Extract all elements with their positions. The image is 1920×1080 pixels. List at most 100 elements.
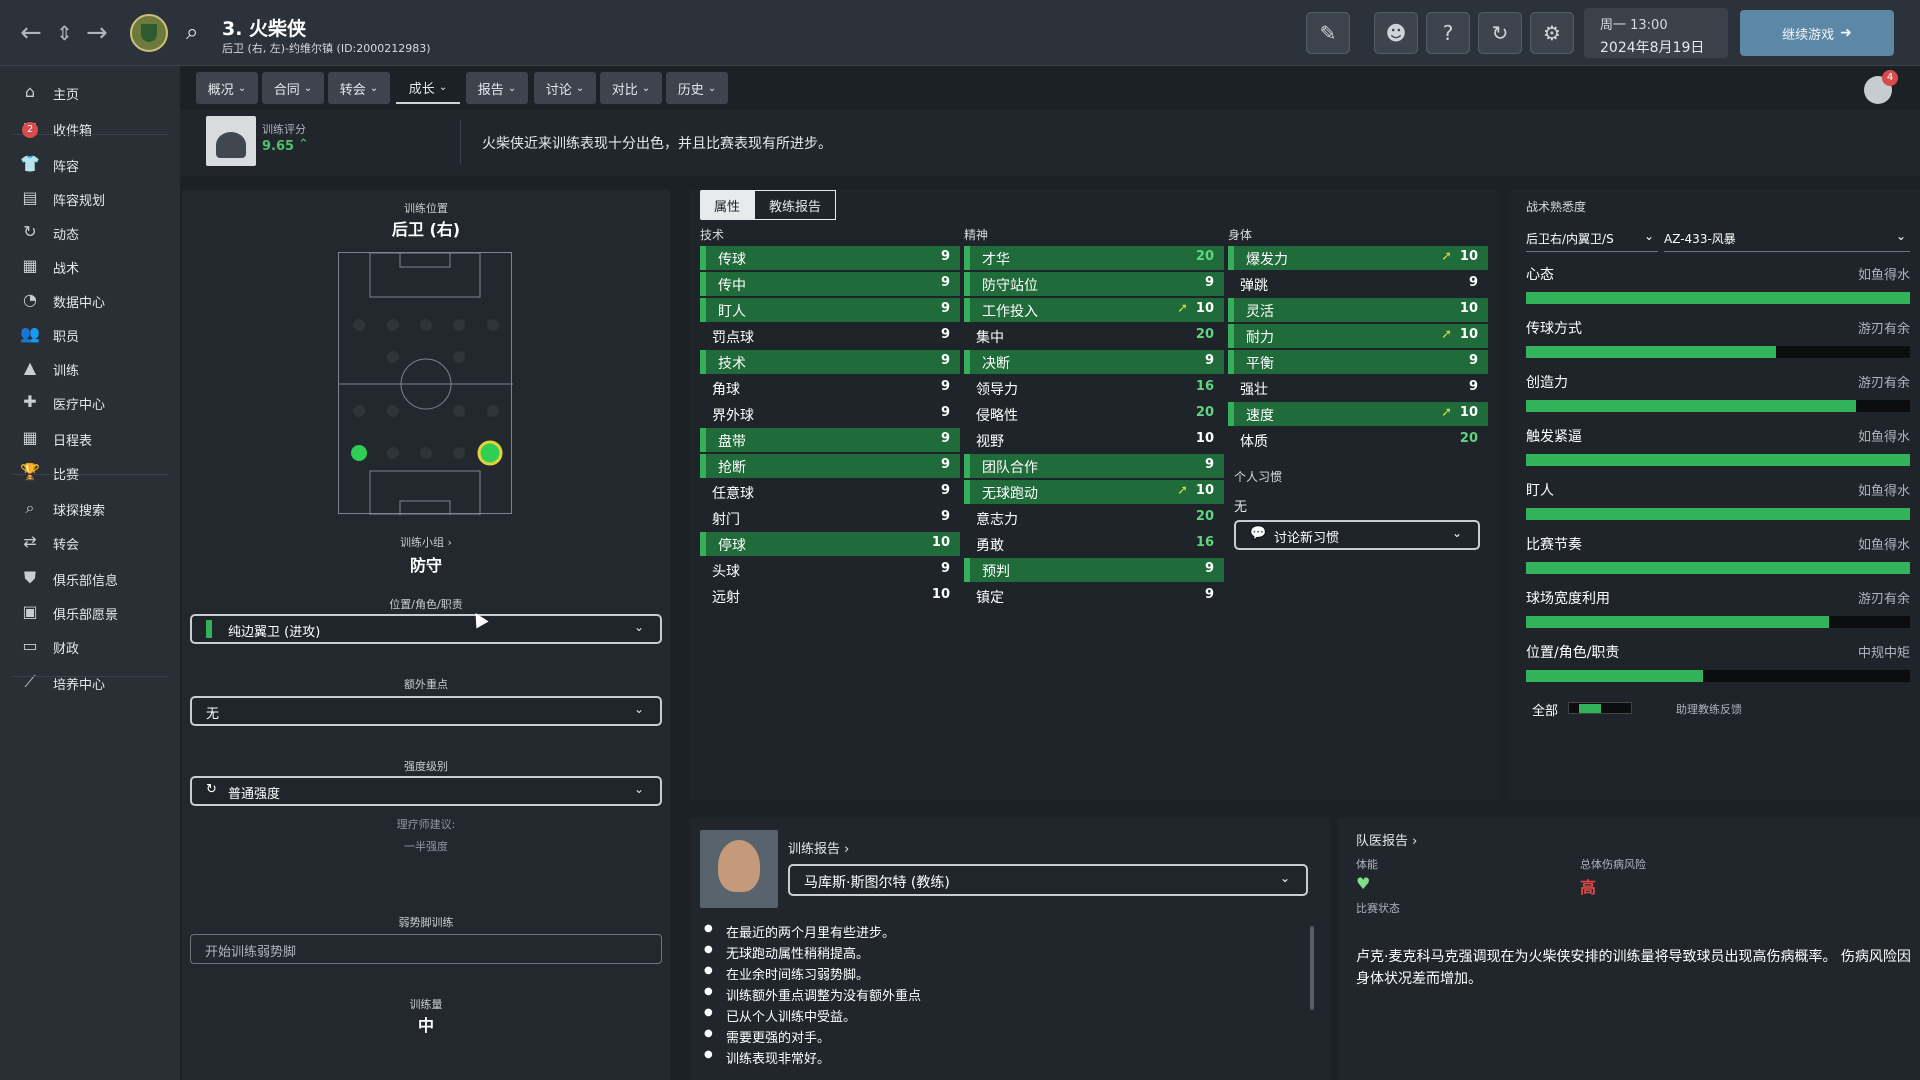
attribute-row: 才华 20 bbox=[964, 246, 1224, 270]
attribute-row: 射门 9 bbox=[700, 506, 960, 530]
injury-risk-value: 高 bbox=[1580, 878, 1597, 897]
tab-coach-report[interactable]: 教练报告 bbox=[754, 190, 836, 220]
sidebar-item[interactable]: ▭ 财政 bbox=[0, 628, 180, 664]
sidebar-item[interactable]: 👕 阵容 bbox=[0, 146, 180, 182]
continue-button[interactable]: 继续游戏 ➜ bbox=[1740, 10, 1894, 56]
subtab[interactable]: 对比 ⌄ bbox=[600, 72, 662, 104]
sidebar-item[interactable]: ▣ 俱乐部愿景 bbox=[0, 594, 180, 630]
chevron-down-icon: ⌄ bbox=[633, 782, 644, 796]
scrollbar[interactable] bbox=[1310, 926, 1314, 1010]
sidebar-item[interactable]: ▤ 阵容规划 bbox=[0, 180, 180, 216]
intensity-dropdown[interactable]: ↻ 普通强度 ⌄ bbox=[190, 776, 662, 806]
coach-photo bbox=[700, 830, 778, 908]
sidebar-item[interactable]: ↻ 动态 bbox=[0, 214, 180, 250]
refresh-icon: ↻ bbox=[1491, 21, 1509, 45]
weakfoot-label: 弱势脚训练 bbox=[398, 916, 454, 929]
training-summary: 火柴侠近来训练表现十分出色，并且比赛表现有所进步。 bbox=[482, 136, 832, 152]
edit-button[interactable]: ✎ bbox=[1306, 12, 1350, 54]
weakfoot-training-button[interactable]: 开始训练弱势脚 bbox=[190, 934, 662, 964]
tab-attributes[interactable]: 属性 bbox=[700, 190, 754, 220]
medical-report-link[interactable]: 队医报告 › bbox=[1356, 830, 1417, 849]
sidebar-item[interactable]: ✚ 医疗中心 bbox=[0, 384, 180, 420]
help-button[interactable]: ? bbox=[1426, 12, 1470, 54]
shirt-icon: 👕 bbox=[20, 154, 40, 173]
tactical-item-level: 如鱼得水 bbox=[1857, 430, 1910, 445]
subtab[interactable]: 概况 ⌄ bbox=[196, 72, 258, 104]
subtab[interactable]: 历史 ⌄ bbox=[666, 72, 728, 104]
extra-focus-dropdown[interactable]: 无 ⌄ bbox=[190, 696, 662, 726]
attribute-value: 10 bbox=[1459, 301, 1478, 316]
forward-icon[interactable]: → bbox=[86, 20, 108, 46]
assistant-feedback-label[interactable]: 助理教练反馈 bbox=[1676, 701, 1742, 717]
technical-heading: 技术 bbox=[700, 228, 725, 242]
progress-arrow-icon: ➚ bbox=[1441, 249, 1452, 264]
sidebar-item-label: 球探搜索 bbox=[53, 504, 106, 519]
attribute-name: 领导力 bbox=[976, 382, 1018, 398]
sidebar-item[interactable]: ⛊ 俱乐部信息 bbox=[0, 560, 180, 596]
dynamics-icon: ↻ bbox=[23, 222, 37, 241]
coach-button[interactable]: ☻ bbox=[1374, 12, 1418, 54]
sidebar-item[interactable]: ⇄ 转会 bbox=[0, 524, 180, 560]
attribute-value: 9 bbox=[940, 301, 950, 316]
group-label[interactable]: 训练小组 › bbox=[182, 534, 670, 550]
attribute-name: 传球 bbox=[718, 252, 746, 268]
player-subtitle: 后卫 (右, 左)-约维尔镇 (ID:2000212983) bbox=[222, 42, 431, 55]
sidebar-item[interactable]: ⌕ 球探搜索 bbox=[0, 490, 180, 526]
attribute-row: 平衡 9 bbox=[1228, 350, 1488, 374]
attribute-row: 盘带 9 bbox=[700, 428, 960, 452]
pitch-diagram[interactable] bbox=[338, 252, 513, 515]
coach-icon: ☻ bbox=[1385, 21, 1407, 45]
sidebar-item[interactable]: ⟋ 培养中心 bbox=[0, 664, 180, 700]
training-icon: ▲ bbox=[23, 358, 37, 377]
sidebar-item[interactable]: ▦ 战术 bbox=[0, 248, 180, 284]
coach-report-link[interactable]: 训练报告 › bbox=[788, 838, 849, 857]
scout-icon: ⌕ bbox=[25, 498, 35, 517]
coach-bullet: 已从个人训练中受益。 bbox=[704, 1006, 856, 1025]
attribute-name: 才华 bbox=[982, 252, 1010, 268]
attribute-row: 角球 9 bbox=[700, 376, 960, 400]
coach-select-dropdown[interactable]: 马库斯·斯图尔特 (教练) ⌄ bbox=[788, 864, 1308, 896]
tactical-bar-fill bbox=[1526, 562, 1910, 574]
role-select[interactable]: 后卫右/内翼卫/S ⌄ bbox=[1526, 226, 1658, 252]
habits-value: 无 bbox=[1234, 500, 1248, 515]
sidebar-item[interactable]: ▦ 日程表 bbox=[0, 420, 180, 456]
sidebar-item-label: 收件箱 bbox=[53, 124, 93, 139]
discuss-habit-dropdown[interactable]: 💬 讨论新习惯 ⌄ bbox=[1234, 520, 1480, 550]
subtab[interactable]: 成长 ⌄ bbox=[396, 72, 460, 104]
search-icon[interactable]: ⌕ bbox=[186, 20, 198, 45]
tactical-item-level: 如鱼得水 bbox=[1857, 538, 1910, 553]
attribute-value: 9 bbox=[940, 379, 950, 394]
sidebar-item[interactable]: ▲ 训练 bbox=[0, 350, 180, 386]
sidebar-item[interactable]: ◔ 数据中心 bbox=[0, 282, 180, 318]
sidebar-item[interactable]: ⌂ 主页 bbox=[0, 74, 180, 110]
tactical-item-name: 触发紧逼 bbox=[1526, 429, 1582, 445]
attribute-value: 9 bbox=[940, 509, 950, 524]
subtab[interactable]: 转会 ⌄ bbox=[328, 72, 390, 104]
attribute-name: 工作投入 bbox=[982, 304, 1038, 320]
attribute-row: 预判 9 bbox=[964, 558, 1224, 582]
formation-select[interactable]: AZ-433-风暴 ⌄ bbox=[1664, 226, 1910, 252]
settings-button[interactable]: ⚙ bbox=[1530, 12, 1574, 54]
attribute-name: 界外球 bbox=[712, 408, 754, 424]
finance-icon: ▭ bbox=[22, 636, 38, 655]
role-dropdown[interactable]: 纯边翼卫 (进攻) ⌄ bbox=[190, 614, 662, 644]
up-down-icon[interactable]: ⇕ bbox=[56, 20, 73, 46]
attribute-value: 9 bbox=[940, 405, 950, 420]
club-badge-icon[interactable] bbox=[130, 14, 168, 52]
subtab[interactable]: 讨论 ⌄ bbox=[534, 72, 596, 104]
tactical-bar-fill bbox=[1526, 346, 1776, 358]
tactical-bar bbox=[1526, 346, 1910, 358]
coach-bullet: 在业余时间练习弱势脚。 bbox=[704, 964, 869, 983]
back-icon[interactable]: ← bbox=[20, 20, 42, 46]
subtab[interactable]: 合同 ⌄ bbox=[262, 72, 324, 104]
tactical-bar-fill bbox=[1526, 616, 1830, 628]
focus-label: 额外重点 bbox=[404, 678, 448, 691]
subtab[interactable]: 报告 ⌄ bbox=[466, 72, 528, 104]
refresh-button[interactable]: ↻ bbox=[1478, 12, 1522, 54]
coach-bullet-text: 训练额外重点调整为没有额外重点 bbox=[726, 989, 922, 1004]
attribute-name: 任意球 bbox=[712, 486, 754, 502]
physio-label: 理疗师建议: bbox=[396, 818, 456, 831]
sidebar-item[interactable]: 🏆 比赛 bbox=[0, 454, 180, 490]
attribute-name: 停球 bbox=[718, 538, 746, 554]
sidebar-item[interactable]: 👥 职员 bbox=[0, 316, 180, 352]
